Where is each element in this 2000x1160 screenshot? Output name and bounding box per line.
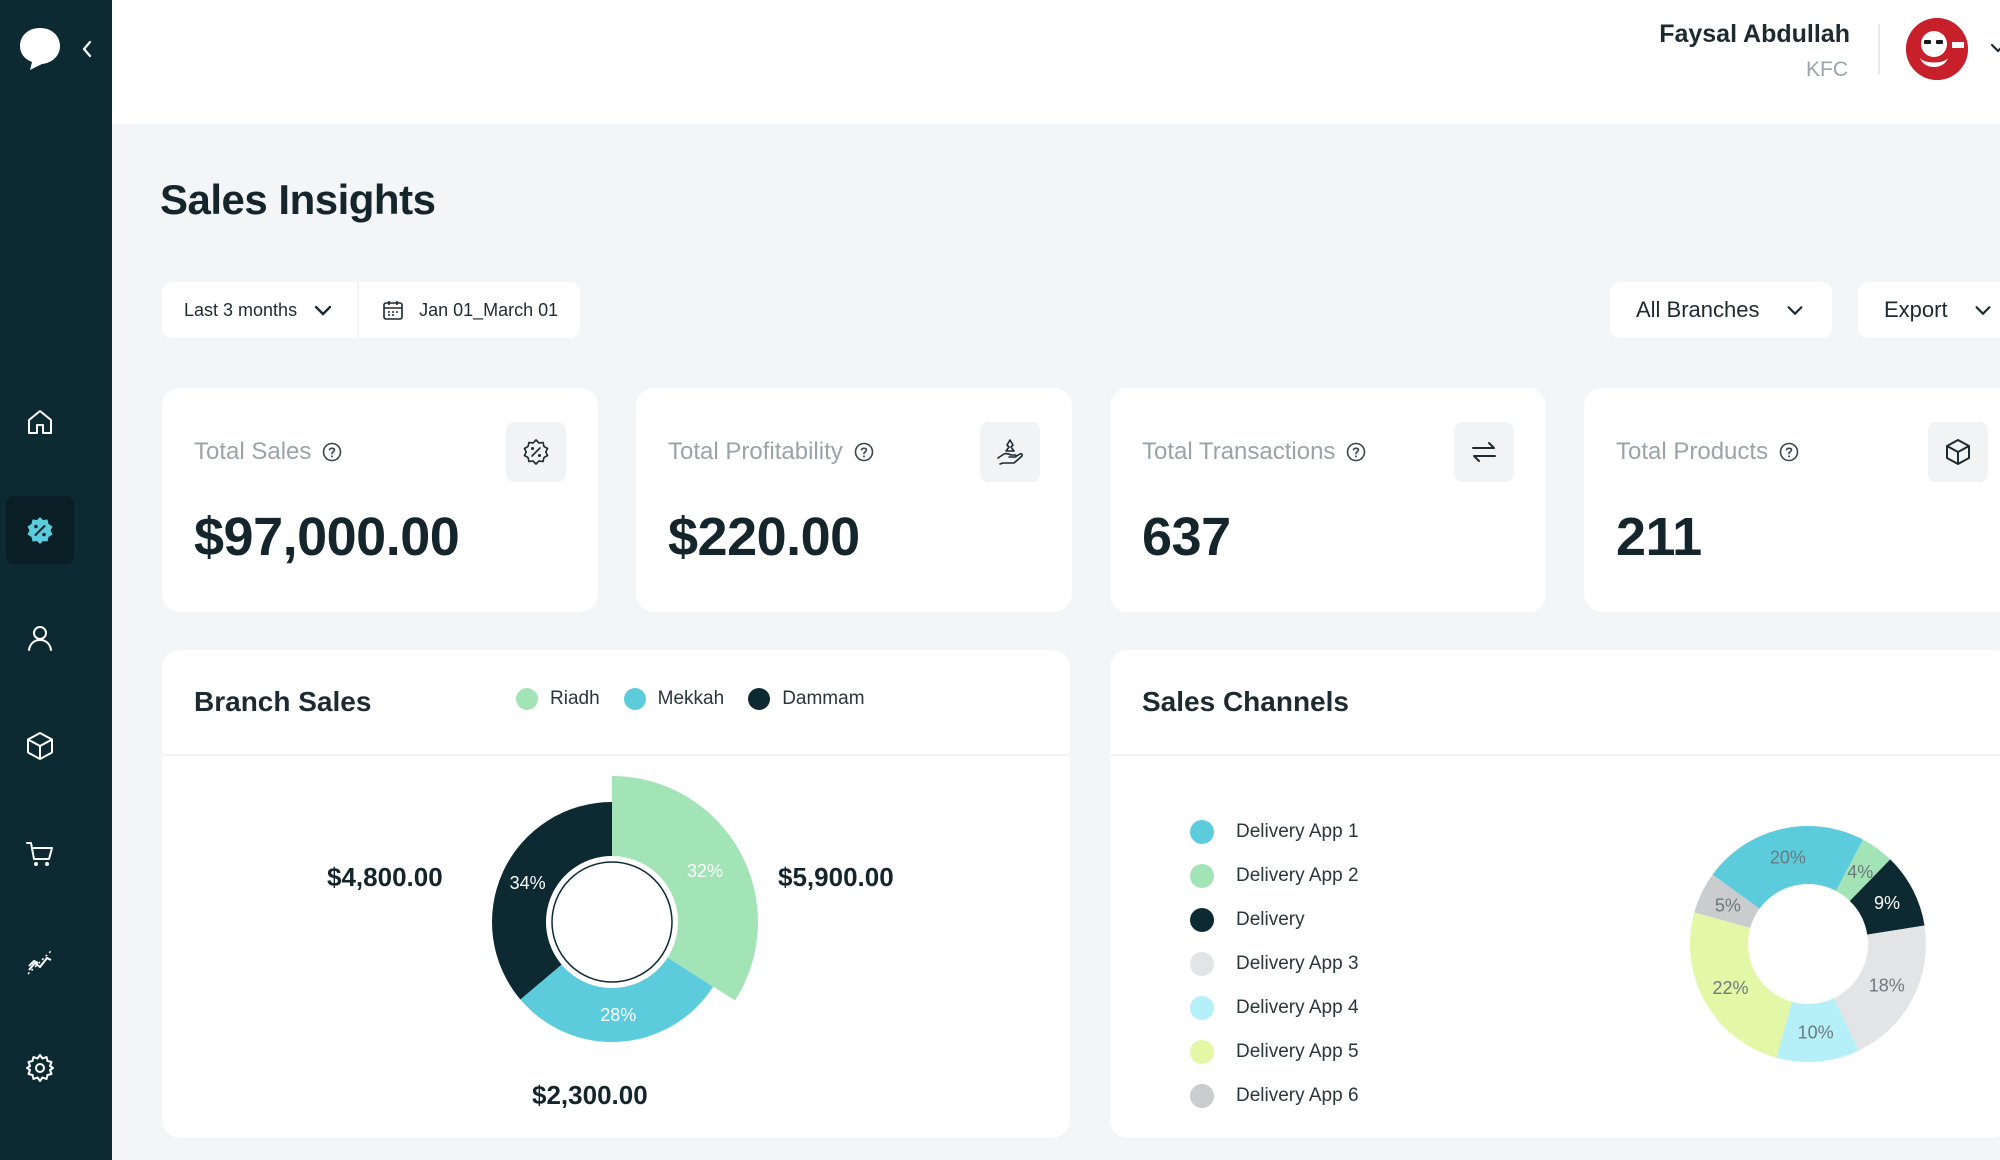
chevron-left-icon [82,40,92,58]
kpi-card-total-transactions: Total Transactions 637 [1110,388,1546,612]
panel-header: Branch Sales Riadh Mekkah Dammam [162,650,1070,756]
chevron-down-icon [1786,306,1803,316]
branches-dropdown[interactable]: All Branches [1610,282,1832,338]
app-logo-icon [20,28,60,70]
legend-item-mekkah[interactable]: Mekkah [623,688,725,710]
kpi-label-text: Total Sales [194,438,312,465]
branch-sales-panel: Branch Sales Riadh Mekkah Dammam 32% 28% 3… [162,650,1070,1138]
page-title: Sales Insights [160,176,436,223]
kpi-label-text: Total Profitability [668,438,843,465]
branch-legend: Riadh Mekkah Dammam [516,688,865,710]
nav-analytics[interactable] [6,928,74,996]
box-icon [27,732,53,760]
slice-value-label: 4% [1847,862,1873,882]
slice-value-label: 32% [687,861,723,881]
branches-dropdown-label: All Branches [1636,297,1760,322]
calendar-icon [383,301,403,320]
slice-value-label: 9% [1874,893,1900,913]
box-icon [1946,439,1970,465]
legend-swatch [516,688,538,710]
top-bar [112,0,2000,124]
slice-value-label: 28% [600,1005,636,1025]
legend-item-riadh[interactable]: Riadh [516,688,600,710]
chevron-down-icon [1975,306,1991,316]
home-icon [28,410,52,434]
legend-label: Riadh [550,688,600,709]
dammam-amount-label: $2,300.00 [532,1080,648,1110]
panel-title: Sales Channels [1142,686,1349,717]
help-icon[interactable] [1345,441,1367,463]
nav-products[interactable] [6,712,74,780]
help-icon[interactable] [853,441,875,463]
mekkah-amount-label: $4,800.00 [327,862,443,892]
money-hand-icon [997,439,1023,465]
slice-value-label: 10% [1798,1023,1834,1043]
help-icon[interactable] [1778,441,1800,463]
kpi-value: $220.00 [668,507,860,567]
chart-trend-icon [27,949,53,975]
kpi-label: Total Sales [194,438,343,466]
kpi-value: 211 [1616,507,1702,567]
kfc-avatar-icon [1906,18,1968,80]
slice-value-label: 34% [510,873,546,893]
user-name: Faysal Abdullah [1659,20,1850,48]
export-dropdown[interactable]: Export [1858,282,2000,338]
slice-value-label: 5% [1715,895,1741,915]
sales-channels-donut-chart: 20% 4%9% 18% 10% 22% 5% [1690,826,1926,1062]
gear-icon [26,1054,54,1082]
sales-channels-panel: Sales Channels Delivery App 1 Delivery A… [1110,650,2000,1138]
chevron-down-icon[interactable] [1988,38,2000,58]
kpi-value: $97,000.00 [194,507,460,567]
sidebar [0,0,112,1160]
kpi-card-total-sales: Total Sales $97,000.00 [162,388,598,612]
user-organization: KFC [1806,58,1848,81]
nav-orders[interactable] [6,820,74,888]
percent-badge-icon [523,438,549,466]
nav-settings[interactable] [6,1034,74,1102]
user-icon [28,626,52,651]
kpi-icon-button[interactable] [506,422,566,482]
export-label: Export [1884,297,1948,322]
swap-arrows-icon [1472,442,1496,462]
nav-customers[interactable] [6,604,74,672]
date-filter-group: Last 3 months Jan 01_March 01 [162,282,581,338]
kpi-icon-button[interactable] [1928,422,1988,482]
legend-swatch [623,688,646,710]
panel-title: Branch Sales [194,686,372,717]
date-range-label: Jan 01_March 01 [419,299,559,320]
nav-sales-insights[interactable] [6,496,74,564]
sidebar-collapse-button[interactable] [76,36,98,62]
kpi-label-text: Total Transactions [1142,438,1336,465]
legend-label: Dammam [782,688,865,709]
percent-badge-icon [27,517,53,544]
kpi-value: 637 [1142,507,1231,567]
legend-label: Mekkah [657,688,725,709]
avatar[interactable] [1906,18,1968,80]
panel-header: Sales Channels [1110,650,2000,756]
kpi-label: Total Products [1616,438,1800,466]
slice-value-label: 20% [1770,847,1806,867]
kpi-card-total-products: Total Products 211 [1584,388,2000,612]
slice-value-label: 18% [1869,976,1905,996]
donut-inner-ring [551,861,673,983]
kpi-label-text: Total Products [1616,438,1769,465]
help-icon[interactable] [321,441,343,463]
nav-home[interactable] [6,388,74,456]
kpi-card-total-profitability: Total Profitability $220.00 [636,388,1072,612]
legend-swatch [748,688,771,710]
cart-icon [26,842,53,866]
riadh-amount-label: $5,900.00 [778,862,894,892]
header-divider [1878,24,1880,74]
period-dropdown-label: Last 3 months [184,299,298,320]
date-range-picker[interactable]: Jan 01_March 01 [357,282,580,338]
kpi-label: Total Transactions [1142,438,1367,466]
chevron-down-icon [314,305,332,316]
slice-value-label: 22% [1712,978,1748,998]
period-dropdown[interactable]: Last 3 months [162,282,357,338]
kpi-icon-button[interactable] [1454,422,1514,482]
kpi-icon-button[interactable] [980,422,1040,482]
legend-item-dammam[interactable]: Dammam [748,688,865,710]
kpi-label: Total Profitability [668,438,875,466]
